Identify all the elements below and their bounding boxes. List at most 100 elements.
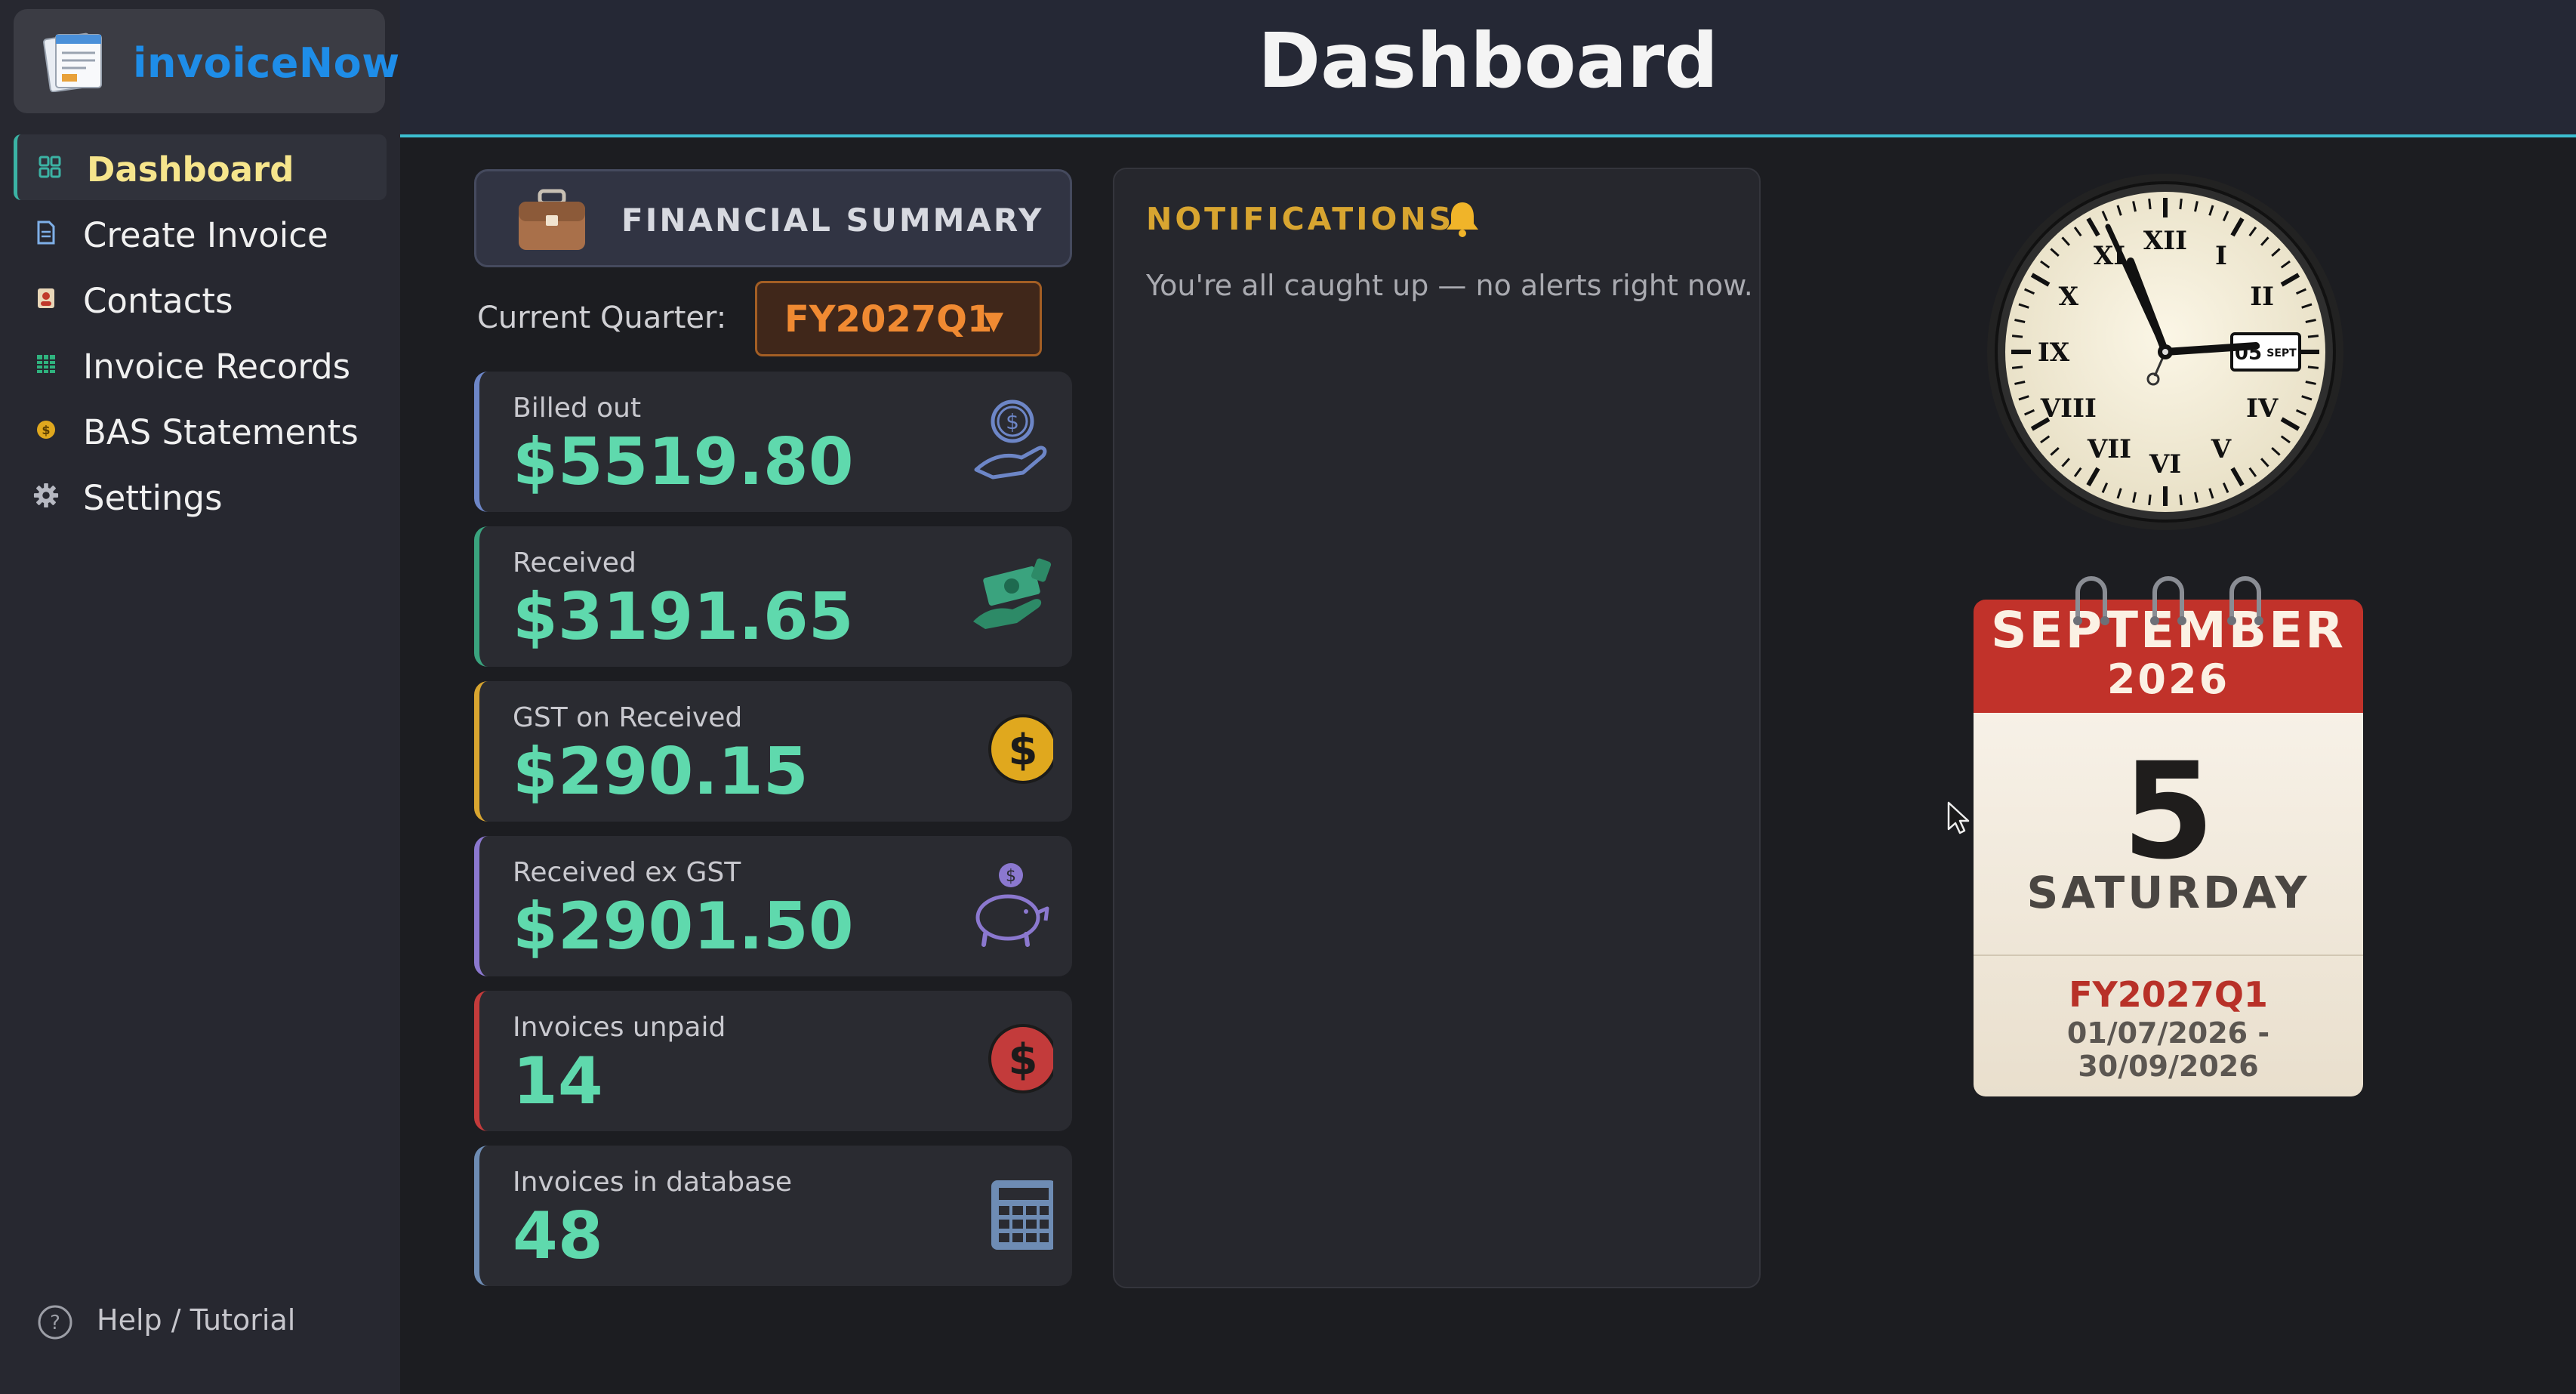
svg-text:$: $ bbox=[1009, 1035, 1038, 1084]
svg-text:$: $ bbox=[1009, 726, 1038, 775]
calendar-year: 2026 bbox=[2106, 655, 2230, 703]
clock-tick bbox=[2011, 365, 2023, 369]
sidebar: invoiceNow Dashboard Create Invoice Cont… bbox=[0, 0, 400, 1394]
sidebar-item-contacts[interactable]: Contacts bbox=[14, 266, 387, 332]
card-value: $5519.80 bbox=[513, 424, 854, 500]
clock-tick bbox=[2179, 198, 2183, 210]
svg-text:$: $ bbox=[1006, 409, 1019, 434]
mouse-cursor-icon bbox=[1947, 801, 1970, 834]
calendar-widget: SEPTEMBER 2026 5 SATURDAY FY2027Q1 01/07… bbox=[1974, 571, 2363, 1096]
card-invoices-unpaid: Invoices unpaid 14 $ bbox=[474, 991, 1072, 1131]
clock-numeral: XII bbox=[2143, 226, 2187, 256]
red-dollar-icon: $ bbox=[988, 1024, 1053, 1093]
date-window: 05 SEPT bbox=[2230, 332, 2301, 372]
clock-numeral: V bbox=[2211, 434, 2232, 464]
sidebar-item-label: Contacts bbox=[83, 281, 233, 321]
card-gst-on-received: GST on Received $290.15 $ bbox=[474, 681, 1072, 822]
clock-numeral: IV bbox=[2246, 393, 2279, 424]
clock-numeral: I bbox=[2215, 241, 2227, 271]
piggy-bank-icon: $ bbox=[975, 863, 1049, 947]
clock-tick bbox=[2307, 335, 2319, 338]
svg-text:$: $ bbox=[1006, 867, 1016, 886]
calendar-weekday: SATURDAY bbox=[2026, 867, 2310, 918]
help-label: Help / Tutorial bbox=[97, 1303, 296, 1337]
card-label: Billed out bbox=[513, 393, 642, 424]
sidebar-nav: Dashboard Create Invoice Contacts Invoic… bbox=[14, 134, 387, 529]
sidebar-item-label: Dashboard bbox=[87, 150, 294, 190]
sidebar-item-bas-statements[interactable]: $ BAS Statements bbox=[14, 397, 387, 463]
financial-summary-header: FINANCIAL SUMMARY bbox=[474, 169, 1072, 267]
document-icon bbox=[33, 220, 59, 245]
calendar-range-start: 01/07/2026 - bbox=[2066, 1016, 2270, 1050]
sidebar-item-label: Invoice Records bbox=[83, 347, 351, 387]
svg-text:$: $ bbox=[42, 423, 50, 437]
calendar-quarter-range: 01/07/2026 - 30/09/2026 bbox=[1974, 1016, 2363, 1083]
clock-numeral: VIII bbox=[2040, 393, 2097, 424]
sidebar-item-create-invoice[interactable]: Create Invoice bbox=[14, 200, 387, 266]
card-label: Received ex GST bbox=[513, 857, 741, 888]
financial-summary-title: FINANCIAL SUMMARY bbox=[621, 202, 1044, 239]
gear-icon bbox=[33, 483, 59, 508]
help-tutorial-link[interactable]: ? Help / Tutorial bbox=[36, 1303, 295, 1341]
table-icon bbox=[33, 351, 59, 377]
analog-clock: XII IIIIVVVIVIIVIIIIXXXI 05 SEPT bbox=[1987, 174, 2343, 530]
card-invoices-in-database: Invoices in database 48 bbox=[474, 1146, 1072, 1286]
card-value: $290.15 bbox=[513, 734, 809, 810]
card-received: Received $3191.65 bbox=[474, 526, 1072, 667]
caret-down-icon: ▼ bbox=[984, 306, 1004, 336]
app-window: invoiceNow Dashboard Create Invoice Cont… bbox=[0, 0, 2576, 1394]
sidebar-item-label: Create Invoice bbox=[83, 215, 328, 255]
card-label: Invoices in database bbox=[513, 1167, 793, 1198]
contact-card-icon bbox=[33, 285, 59, 311]
notifications-empty-message: You're all caught up — no alerts right n… bbox=[1146, 269, 1753, 302]
card-value: $2901.50 bbox=[513, 889, 854, 964]
brand-logo-block[interactable]: invoiceNow bbox=[14, 9, 399, 113]
page-header: Dashboard bbox=[400, 0, 2576, 137]
calendar-page: 5 SATURDAY FY2027Q1 01/07/2026 - 30/09/2… bbox=[1974, 713, 2363, 1096]
clock-numeral: II bbox=[2250, 282, 2274, 312]
calculator-icon bbox=[991, 1180, 1053, 1250]
bell-icon bbox=[1447, 202, 1478, 237]
clock-numeral: VI bbox=[2149, 449, 2181, 480]
svg-text:SEPT: SEPT bbox=[2266, 347, 2297, 359]
clock-tick bbox=[2148, 494, 2152, 506]
help-question-icon: ? bbox=[38, 1305, 72, 1340]
calendar-divider bbox=[1974, 955, 2363, 956]
card-value: 48 bbox=[513, 1198, 603, 1274]
notifications-panel: NOTIFICATIONS You're all caught up — no … bbox=[1113, 168, 1761, 1288]
sidebar-item-dashboard[interactable]: Dashboard bbox=[14, 134, 387, 200]
card-billed-out: Billed out $5519.80 $ bbox=[474, 372, 1072, 512]
sidebar-item-settings[interactable]: Settings bbox=[14, 463, 387, 529]
calendar-range-end: 30/09/2026 bbox=[2078, 1050, 2259, 1083]
card-received-ex-gst: Received ex GST $2901.50 $ bbox=[474, 836, 1072, 976]
briefcase-icon bbox=[519, 189, 585, 250]
clock-numeral: X bbox=[2059, 282, 2079, 312]
svg-text:?: ? bbox=[50, 1312, 60, 1334]
quarter-select[interactable]: FY2027Q1 ▼ bbox=[755, 281, 1042, 356]
dashboard-grid-icon bbox=[37, 154, 63, 180]
notifications-title: NOTIFICATIONS bbox=[1146, 201, 1455, 237]
clock-numeral: IX bbox=[2038, 338, 2070, 368]
coin-icon: $ bbox=[33, 417, 59, 443]
clock-tick bbox=[2179, 494, 2183, 506]
quarter-select-value: FY2027Q1 bbox=[784, 298, 993, 341]
sidebar-item-label: Settings bbox=[83, 478, 223, 518]
card-label: Received bbox=[513, 547, 636, 578]
calendar-fiscal-quarter: FY2027Q1 bbox=[2069, 974, 2268, 1015]
card-value: $3191.65 bbox=[513, 579, 854, 655]
clock-tick bbox=[2011, 335, 2023, 338]
hand-cash-icon bbox=[973, 558, 1052, 629]
clock-tick bbox=[2148, 198, 2152, 210]
card-label: Invoices unpaid bbox=[513, 1012, 726, 1043]
sidebar-item-invoice-records[interactable]: Invoice Records bbox=[14, 332, 387, 397]
calendar-binder-rings-icon bbox=[2073, 576, 2263, 625]
clock-tick bbox=[2307, 365, 2319, 369]
page-title: Dashboard bbox=[1258, 17, 1718, 105]
invoice-logo-icon bbox=[43, 32, 102, 92]
calendar-day: 5 bbox=[2122, 734, 2215, 889]
sidebar-item-label: BAS Statements bbox=[83, 412, 359, 452]
app-name: invoiceNow bbox=[133, 39, 400, 87]
card-value: 14 bbox=[513, 1044, 603, 1119]
hand-coin-icon: $ bbox=[974, 399, 1047, 480]
clock-numeral: VII bbox=[2087, 434, 2131, 464]
